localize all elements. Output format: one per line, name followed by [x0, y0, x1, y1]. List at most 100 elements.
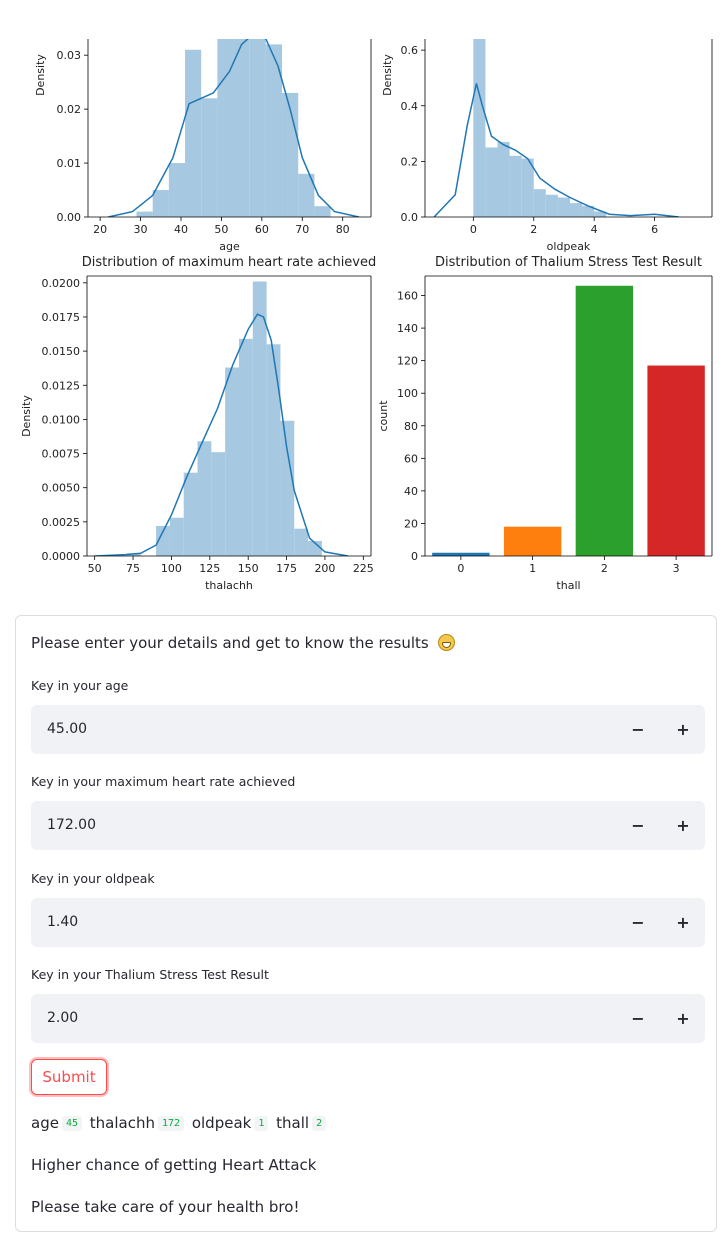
oldpeak-field-label: Key in your oldpeak [31, 871, 155, 886]
x-tick-label: 2 [530, 223, 537, 236]
y-tick-label: 120 [397, 355, 418, 368]
hist-bar [201, 98, 218, 217]
x-tick-label: 80 [336, 223, 350, 236]
form-intro-text: Please enter your details and get to kno… [31, 634, 429, 652]
x-tick-label: 100 [161, 562, 182, 575]
grimacing-face-emoji-icon [437, 634, 455, 651]
y-tick-label: 0.0150 [42, 345, 81, 358]
y-tick-label: 0 [411, 550, 418, 563]
plot-area [108, 39, 360, 217]
heart-rate-decrement-button[interactable]: − [616, 801, 660, 850]
x-tick-label: 50 [214, 223, 228, 236]
result-key-age: age [31, 1114, 59, 1132]
y-tick-label: 0.02 [57, 103, 82, 116]
hist-bar [509, 155, 522, 217]
y-axis-label: Density [34, 54, 47, 96]
x-tick-label: 60 [255, 223, 269, 236]
result-key-thalachh: thalachh [89, 1114, 155, 1132]
heart-rate-number-input[interactable]: 172.00 − + [31, 801, 705, 850]
submit-button[interactable]: Submit [31, 1059, 107, 1095]
y-tick-label: 0.2 [401, 155, 419, 168]
heart-rate-input-value[interactable]: 172.00 [47, 817, 96, 833]
thall-decrement-button[interactable]: − [616, 994, 660, 1043]
y-tick-label: 20 [404, 517, 418, 530]
oldpeak-decrement-button[interactable]: − [616, 898, 660, 947]
result-key-oldpeak: oldpeak [191, 1114, 252, 1132]
age-number-input[interactable]: 45.00 − + [31, 705, 705, 754]
thall-field-label: Key in your Thalium Stress Test Result [31, 967, 269, 982]
y-tick-label: 60 [404, 452, 418, 465]
y-tick-label: 0.0 [401, 211, 419, 224]
age-distribution-chart: 20 30 40 50 60 70 80 0.00 0.01 0.02 0.03 age Density [34, 39, 372, 253]
oldpeak-distribution-chart: 0 2 4 6 0.0 0.2 0.4 0.6 oldpeak Density [381, 39, 713, 253]
hist-bar [249, 39, 266, 217]
advice-text: Please take care of your health bro! [31, 1198, 300, 1216]
x-tick-label: 0 [457, 562, 464, 575]
y-tick-label: 0.4 [401, 100, 419, 113]
y-tick-label: 0.01 [57, 157, 82, 170]
bar-thall-3 [647, 365, 705, 556]
x-tick-label: 1 [529, 562, 536, 575]
thall-count-chart: 0 1 2 3 0 20 40 60 80 100 120 140 160 thall count Distr… [377, 255, 713, 592]
x-tick-label: 40 [174, 223, 188, 236]
x-axis-label: thall [556, 579, 580, 592]
plot-area [432, 285, 705, 556]
thall-increment-button[interactable]: + [661, 994, 705, 1043]
plot-area [94, 281, 349, 556]
thall-number-input[interactable]: 2.00 − + [31, 994, 705, 1043]
y-tick-label: 0.0100 [42, 413, 81, 426]
x-tick-label: 0 [470, 223, 477, 236]
hist-bar [169, 517, 184, 556]
hist-bar [545, 194, 558, 217]
y-tick-label: 0.00 [57, 211, 82, 224]
chart-title: Distribution of maximum heart rate achie… [82, 255, 377, 270]
hist-bar [314, 206, 331, 217]
hist-bar [233, 39, 250, 217]
plot-area [433, 39, 679, 217]
x-tick-label: 50 [88, 562, 102, 575]
y-tick-label: 160 [397, 290, 418, 303]
result-value-thall: 2 [312, 1116, 327, 1131]
y-tick-label: 40 [404, 485, 418, 498]
y-tick-label: 0.0175 [42, 311, 81, 324]
hist-bar [294, 528, 309, 556]
x-axis-label: age [219, 240, 240, 253]
age-decrement-button[interactable]: − [616, 705, 660, 754]
age-input-value[interactable]: 45.00 [47, 721, 87, 737]
y-tick-label: 0.0050 [42, 482, 81, 495]
result-value-thalachh: 172 [157, 1116, 185, 1131]
hist-bar [266, 344, 281, 556]
hist-bar [557, 197, 571, 217]
hist-bar [570, 203, 583, 217]
x-axis-label: oldpeak [547, 240, 591, 253]
hist-bar [252, 281, 267, 556]
oldpeak-input-value[interactable]: 1.40 [47, 914, 78, 930]
x-tick-label: 150 [238, 562, 259, 575]
thall-input-value[interactable]: 2.00 [47, 1010, 78, 1026]
oldpeak-number-input[interactable]: 1.40 − + [31, 898, 705, 947]
x-tick-label: 200 [314, 562, 335, 575]
bar-thall-1 [503, 526, 562, 556]
hist-bar [497, 141, 510, 217]
y-tick-label: 0.03 [57, 49, 82, 62]
age-increment-button[interactable]: + [661, 705, 705, 754]
thalachh-distribution-chart: 50 75 100 125 150 175 200 225 0.0000 0.0025 0.0050… [20, 255, 376, 592]
hist-bar [152, 190, 169, 217]
chart-title: Distribution of Thalium Stress Test Resu… [435, 255, 702, 270]
bar-thall-2 [575, 285, 634, 556]
x-tick-label: 2 [601, 562, 608, 575]
oldpeak-increment-button[interactable]: + [661, 898, 705, 947]
form-intro: Please enter your details and get to kno… [31, 634, 455, 652]
x-tick-label: 125 [199, 562, 220, 575]
y-axis-label: Density [381, 54, 394, 96]
y-axis-label: Density [20, 395, 33, 437]
x-tick-label: 175 [276, 562, 297, 575]
hist-bar [168, 163, 186, 217]
result-key-thall: thall [276, 1114, 310, 1132]
hist-bar [197, 441, 212, 556]
heart-rate-increment-button[interactable]: + [661, 801, 705, 850]
y-tick-label: 0.0025 [42, 516, 81, 529]
y-tick-label: 0.0125 [42, 379, 81, 392]
hist-bar [225, 367, 239, 556]
hist-bar [533, 189, 546, 217]
